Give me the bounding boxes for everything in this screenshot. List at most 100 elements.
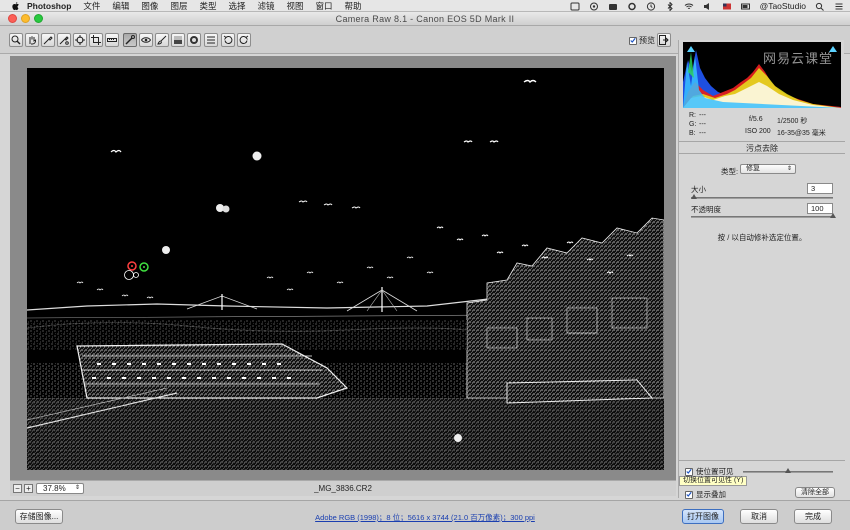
radial-filter-icon <box>190 36 198 44</box>
cancel-button[interactable]: 取消 <box>740 509 778 524</box>
g-value: --- <box>699 121 706 128</box>
crop-icon <box>91 35 101 45</box>
spot-removal-tool-button[interactable] <box>123 33 137 47</box>
menu-layer[interactable]: 图层 <box>170 0 187 12</box>
open-image-button[interactable]: 打开图像 <box>682 509 724 524</box>
highlight-clipping-icon[interactable] <box>829 46 837 52</box>
title-bar[interactable]: Camera Raw 8.1 - Canon EOS 5D Mark II <box>0 12 850 26</box>
menu-window[interactable]: 窗口 <box>316 0 333 12</box>
b-value: --- <box>699 130 706 137</box>
menu-select[interactable]: 选择 <box>228 0 245 12</box>
rotate-ccw-icon <box>223 35 233 44</box>
status-clock-icon[interactable] <box>646 1 656 11</box>
clear-all-button[interactable]: 清除全部 <box>795 487 835 498</box>
radial-filter-tool-button[interactable] <box>187 33 201 47</box>
aperture-value: f/5.6 <box>749 116 763 123</box>
fullscreen-icon <box>659 35 669 45</box>
adjustment-brush-icon <box>157 35 167 45</box>
lens-value: 16-35@35 毫米 <box>777 130 826 137</box>
g-label: G: <box>689 121 697 128</box>
spot-removal-icon <box>125 35 135 45</box>
filename-label: _MG_3836.CR2 <box>314 484 372 493</box>
volume-icon[interactable] <box>703 2 713 11</box>
opacity-label: 不透明度 <box>691 205 721 214</box>
status-bluetooth-icon[interactable] <box>665 1 675 11</box>
red-eye-icon <box>141 37 151 43</box>
hand-tool-button[interactable] <box>25 33 39 47</box>
menu-app-name[interactable]: Photoshop <box>27 1 71 11</box>
bottom-bar: 存储图像... Adobe RGB (1998)；8 位；5616 x 3744… <box>0 500 850 530</box>
shutter-value: 1/2500 秒 <box>777 118 808 125</box>
preview-label: 预览 <box>639 36 655 45</box>
opacity-slider-thumb[interactable] <box>830 213 836 218</box>
targeted-adjustment-icon <box>75 35 85 45</box>
notification-icon[interactable] <box>834 2 844 11</box>
spotlight-icon[interactable] <box>815 2 825 11</box>
image-canvas[interactable] <box>10 56 676 480</box>
graduated-filter-tool-button[interactable] <box>171 33 185 47</box>
rotate-ccw-button[interactable] <box>221 33 235 47</box>
straighten-icon <box>107 38 117 42</box>
menu-type[interactable]: 类型 <box>199 0 216 12</box>
panel-divider <box>679 460 845 461</box>
zoom-window-button[interactable] <box>34 14 43 23</box>
battery-icon[interactable] <box>740 2 751 11</box>
save-image-button[interactable]: 存储图像... <box>15 509 63 524</box>
menu-account[interactable]: @TaoStudio <box>760 1 806 11</box>
iso-value: ISO 200 <box>745 128 771 135</box>
preferences-button[interactable] <box>204 33 218 47</box>
size-input[interactable]: 3 <box>807 183 833 194</box>
white-balance-tool-button[interactable] <box>41 33 55 47</box>
type-value: 修复 <box>746 165 760 172</box>
workflow-options-link[interactable]: Adobe RGB (1998)；8 位；5616 x 3744 (21.0 百… <box>315 513 535 522</box>
targeted-adjustment-tool-button[interactable] <box>73 33 87 47</box>
panel-divider <box>679 141 845 142</box>
menu-help[interactable]: 帮助 <box>345 0 362 12</box>
crop-tool-button[interactable] <box>89 33 103 47</box>
photo-preview[interactable] <box>27 68 664 470</box>
show-overlay-label: 显示叠加 <box>696 490 726 499</box>
color-sampler-icon <box>59 36 69 45</box>
menu-image[interactable]: 图像 <box>141 0 158 12</box>
visualize-threshold-slider[interactable] <box>743 468 833 473</box>
status-camera-icon[interactable] <box>608 2 618 11</box>
color-sampler-tool-button[interactable] <box>57 33 71 47</box>
done-button[interactable]: 完成 <box>794 509 832 524</box>
status-cloud-icon[interactable] <box>589 2 599 11</box>
adjustment-brush-tool-button[interactable] <box>155 33 169 47</box>
status-gear-icon[interactable] <box>627 2 637 11</box>
histogram: 网易云课堂 <box>683 42 841 108</box>
menu-view[interactable]: 视图 <box>287 0 304 12</box>
visualize-spots-checkbox[interactable] <box>685 467 693 476</box>
brush-cursor <box>124 270 134 280</box>
window-title: Camera Raw 8.1 - Canon EOS 5D Mark II <box>335 14 515 24</box>
apple-menu-icon[interactable] <box>10 1 20 11</box>
type-select[interactable]: 修复 ⇕ <box>740 164 796 174</box>
wifi-icon[interactable] <box>684 2 694 11</box>
size-slider-thumb[interactable] <box>690 194 697 199</box>
status-app-icon[interactable] <box>570 2 580 11</box>
show-overlay-checkbox[interactable] <box>685 490 693 499</box>
shadow-clipping-icon[interactable] <box>687 46 695 52</box>
preview-checkbox[interactable] <box>629 36 637 45</box>
red-eye-tool-button[interactable] <box>139 33 153 47</box>
close-button[interactable] <box>8 14 17 23</box>
rotate-cw-button[interactable] <box>237 33 251 47</box>
fullscreen-button[interactable] <box>657 33 671 47</box>
show-overlay-toggle[interactable]: 显示叠加 <box>685 489 726 500</box>
zoom-tool-button[interactable] <box>9 33 23 47</box>
zoom-icon <box>11 35 21 45</box>
right-panel: 网易云课堂 R: --- G: --- B: --- f/5.6 1/2500 … <box>678 40 845 500</box>
rotate-cw-icon <box>239 35 249 44</box>
flag-icon[interactable] <box>722 2 732 11</box>
menu-filter[interactable]: 滤镜 <box>257 0 274 12</box>
checkmark-icon <box>630 37 636 43</box>
opacity-slider[interactable] <box>691 213 836 218</box>
menu-file[interactable]: 文件 <box>83 0 100 12</box>
minimize-button[interactable] <box>21 14 30 23</box>
visualize-slider-thumb[interactable] <box>785 468 791 473</box>
straighten-tool-button[interactable] <box>105 33 119 47</box>
size-slider[interactable] <box>690 194 833 199</box>
menu-edit[interactable]: 编辑 <box>112 0 129 12</box>
preview-toggle[interactable]: 预览 <box>629 35 655 46</box>
